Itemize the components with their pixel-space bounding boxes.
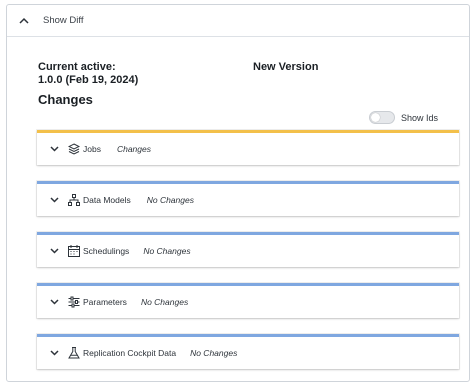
show-ids-toggle[interactable]: Show Ids	[369, 111, 438, 124]
layers-icon	[68, 143, 80, 155]
section-replication-cockpit-data[interactable]: Replication Cockpit Data No Changes	[37, 334, 459, 369]
sliders-icon	[68, 296, 80, 308]
chevron-down-icon	[48, 296, 60, 308]
current-version-value: 1.0.0 (Feb 19, 2024)	[38, 74, 139, 86]
section-schedulings[interactable]: Schedulings No Changes	[37, 232, 459, 267]
current-version-label: Current active:	[38, 61, 116, 73]
section-data-models[interactable]: Data Models No Changes	[37, 181, 459, 216]
show-ids-switch[interactable]	[369, 111, 395, 124]
section-status: No Changes	[143, 246, 191, 256]
section-status: Changes	[116, 144, 151, 154]
section-title: Schedulings	[83, 246, 130, 256]
hierarchy-icon	[68, 194, 80, 206]
calendar-icon	[68, 245, 80, 257]
section-title: Data Models	[83, 195, 131, 205]
section-title: Parameters	[83, 297, 127, 307]
chevron-down-icon	[48, 194, 60, 206]
chevron-down-icon	[48, 245, 60, 257]
show-diff-toggle[interactable]: Show Diff	[7, 5, 469, 37]
new-version-label: New Version	[253, 61, 319, 73]
changes-title: Changes	[38, 92, 93, 107]
section-parameters[interactable]: Parameters No Changes	[37, 283, 459, 318]
current-version: Current active: 1.0.0 (Feb 19, 2024)	[38, 61, 138, 87]
section-title: Jobs	[83, 144, 101, 154]
section-title: Replication Cockpit Data	[83, 348, 177, 358]
section-jobs[interactable]: Jobs Changes	[37, 130, 459, 165]
chevron-up-icon	[17, 14, 31, 28]
show-ids-label: Show Ids	[401, 112, 439, 123]
chevron-down-icon	[48, 143, 60, 155]
section-status: No Changes	[140, 297, 189, 307]
section-status: No Changes	[190, 348, 238, 358]
flask-icon	[68, 347, 80, 359]
chevron-down-icon	[48, 347, 60, 359]
show-diff-label: Show Diff	[43, 15, 84, 26]
section-status: No Changes	[146, 195, 194, 205]
diff-panel: Show Diff Current active: 1.0.0 (Feb 19,…	[6, 4, 470, 382]
